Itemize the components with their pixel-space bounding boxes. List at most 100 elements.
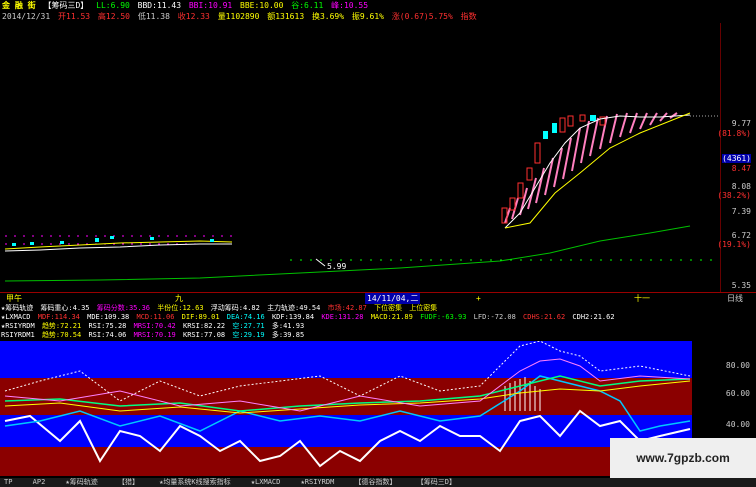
header-line-1: 金 融 街 【筹码三D】 LL:6.90 BBD:11.43 BBI:10.91… bbox=[2, 0, 371, 11]
ind4-title[interactable]: RSIYRDM1 bbox=[1, 331, 35, 339]
time-label-shiyi: 十一 bbox=[634, 294, 650, 303]
tab-ap2[interactable]: AP2 bbox=[29, 478, 46, 486]
tab-tp[interactable]: TP bbox=[0, 478, 12, 486]
ind4-c: MRSI:70.19 bbox=[133, 331, 176, 339]
ind1-b: 筹码分数:35.36 bbox=[96, 304, 151, 312]
turnover-value: 换3.69% bbox=[311, 12, 345, 21]
ind2-title[interactable]: ★LXMACD bbox=[1, 313, 31, 321]
ind3-e: 空:27.71 bbox=[232, 322, 265, 330]
amount-value: 额131613 bbox=[267, 12, 305, 21]
ind4-d: KRSI:77.08 bbox=[182, 331, 226, 339]
ind2-g: KDE:131.28 bbox=[321, 313, 364, 321]
ind3-f: 多:41.93 bbox=[271, 322, 305, 330]
open-value: 开11.53 bbox=[58, 12, 91, 21]
ind2-b: MDE:109.38 bbox=[87, 313, 130, 321]
ind1-a: 筹码重心:4.35 bbox=[40, 304, 90, 312]
ind2-h: MACD:21.89 bbox=[370, 313, 413, 321]
ind4-f: 多:39.85 bbox=[271, 331, 305, 339]
ind3-b: RSI:75.28 bbox=[88, 322, 127, 330]
tab-lxmacd[interactable]: ★LXMACD bbox=[247, 478, 281, 486]
time-label-jiawu: 甲午 bbox=[6, 294, 22, 303]
axis-label-38-2: (38.2%) bbox=[717, 191, 751, 200]
price-chart[interactable]: 5.99 bbox=[0, 23, 720, 288]
tab-junliang[interactable]: ★均量系统K线搜索指标 bbox=[155, 478, 230, 486]
low-value: 低11.38 bbox=[137, 12, 170, 21]
ind1-c: 半份位:12.63 bbox=[157, 304, 204, 312]
ind2-i: FUDF:-63.93 bbox=[420, 313, 467, 321]
ind2-e: DEA:74.16 bbox=[226, 313, 265, 321]
indicator-row-rsiyrdm: ★RSIYRDM 趋势:72.21 RSI:75.28 MRSI:70.42 K… bbox=[0, 322, 756, 331]
ind2-f: KDF:139.84 bbox=[271, 313, 315, 321]
bbi-value: BBI:10.91 bbox=[188, 1, 233, 10]
rsi-axis-40: 40.00 bbox=[725, 420, 750, 429]
watermark: www.7gpzb.com bbox=[610, 438, 756, 478]
indicator-tabs: TP AP2 ★筹码轨迹 【猎】 ★均量系统K线搜索指标 ★LXMACD ★RS… bbox=[0, 478, 756, 487]
rsi-band-bottom bbox=[0, 447, 692, 476]
ind4-e: 空:29.19 bbox=[232, 331, 265, 339]
ind1-title[interactable]: ★筹码轨迹 bbox=[1, 304, 33, 312]
indicator-tag: 【筹码三D】 bbox=[43, 1, 89, 10]
axis-label-8-08: 8.08 bbox=[731, 182, 751, 191]
time-label-date: 14/11/04,二 bbox=[365, 293, 421, 304]
axis-label-81-8: (81.8%) bbox=[717, 129, 751, 138]
ma-long-line bbox=[4, 225, 691, 282]
index-link[interactable]: 指数 bbox=[461, 12, 477, 21]
rally-support-line bbox=[504, 112, 691, 229]
axis-label-9-77: 9.77 bbox=[731, 119, 751, 128]
ind2-j: LFD:-72.08 bbox=[473, 313, 516, 321]
ind3-a: 趋势:72.21 bbox=[41, 322, 82, 330]
tab-chouma3d[interactable]: 【筹码三D】 bbox=[413, 478, 456, 486]
ind2-l: CDH2:21.62 bbox=[572, 313, 615, 321]
axis-label-8-47: 8.47 bbox=[731, 164, 751, 173]
ind2-d: DIF:89.01 bbox=[181, 313, 220, 321]
low-marker-label: 5.99 bbox=[327, 262, 346, 271]
tab-degu[interactable]: 【德谷指数】 bbox=[351, 478, 397, 486]
indicator-row-lxmacd: ★LXMACD MDF:114.34 MDE:109.38 MCD:11.06 … bbox=[0, 313, 756, 322]
rally-trend-line bbox=[504, 114, 691, 229]
ind1-f: 市场:42.87 bbox=[327, 304, 367, 312]
swing-value: 振9.61% bbox=[351, 12, 384, 21]
axis-label-19-1: (19.1%) bbox=[717, 240, 751, 249]
time-label-plus: + bbox=[476, 294, 481, 303]
rsi-axis-60: 60.00 bbox=[725, 389, 750, 398]
rally-candles bbox=[501, 114, 606, 224]
ind3-c: MRSI:70.42 bbox=[133, 322, 176, 330]
ind4-b: RSI:74.06 bbox=[88, 331, 127, 339]
stock-name: 金 融 街 bbox=[2, 1, 36, 10]
feng-value: 峰:10.55 bbox=[331, 1, 369, 10]
ma-early-line bbox=[4, 240, 233, 250]
date-value: 2014/12/31 bbox=[2, 12, 51, 21]
ind3-title[interactable]: ★RSIYRDM bbox=[1, 322, 35, 330]
change-value: 涨(0.67)5.75% bbox=[391, 12, 453, 21]
axis-label-4361: (4361) bbox=[722, 154, 751, 163]
volume-value: 量1102890 bbox=[217, 12, 260, 21]
ind3-d: KRSI:82.22 bbox=[182, 322, 226, 330]
axis-label-7-39: 7.39 bbox=[731, 207, 751, 216]
ind2-a: MDF:114.34 bbox=[37, 313, 80, 321]
ind1-e: 主力轨迹:49.54 bbox=[267, 304, 321, 312]
header-line-2: 2014/12/31 开11.53 高12.50 低11.38 收12.33 量… bbox=[2, 11, 480, 22]
ind1-d: 浮动筹码:4.82 bbox=[210, 304, 260, 312]
ind1-h: 上位密集 bbox=[409, 304, 438, 312]
ind2-c: MCD:11.06 bbox=[136, 313, 175, 321]
ll-value: LL:6.90 bbox=[96, 1, 130, 10]
ind4-a: 趋势:70.54 bbox=[41, 331, 82, 339]
tab-rsiyrdm[interactable]: ★RSIYRDM bbox=[297, 478, 335, 486]
tab-chouma[interactable]: ★筹码轨迹 bbox=[62, 478, 98, 486]
period-daily[interactable]: 日线 bbox=[727, 293, 743, 304]
price-axis: 9.77 (81.8%) (4361) 8.47 8.08 (38.2%) 7.… bbox=[717, 23, 756, 293]
ind2-k: CDHS:21.62 bbox=[523, 313, 566, 321]
ind1-g: 下位密集 bbox=[374, 304, 403, 312]
indicator-row-chouma: ★筹码轨迹 筹码重心:4.35 筹码分数:35.36 半份位:12.63 浮动筹… bbox=[0, 304, 756, 313]
tab-lie[interactable]: 【猎】 bbox=[114, 478, 139, 486]
high-value: 高12.50 bbox=[97, 12, 131, 21]
title-bar-strip bbox=[426, 0, 756, 7]
indicator-rows: ★筹码轨迹 筹码重心:4.35 筹码分数:35.36 半份位:12.63 浮动筹… bbox=[0, 304, 756, 340]
rsi-axis-80: 80.00 bbox=[725, 361, 750, 370]
gu-value: 谷:6.11 bbox=[291, 1, 324, 10]
close-value: 收12.33 bbox=[177, 12, 210, 21]
axis-label-5-35: 5.35 bbox=[731, 281, 751, 290]
bbd-value: BBD:11.43 bbox=[137, 1, 182, 10]
time-axis: 甲午 九 14/11/04,二 + 十一 日线 bbox=[0, 292, 756, 304]
bbe-value: BBE:10.00 bbox=[240, 1, 284, 10]
